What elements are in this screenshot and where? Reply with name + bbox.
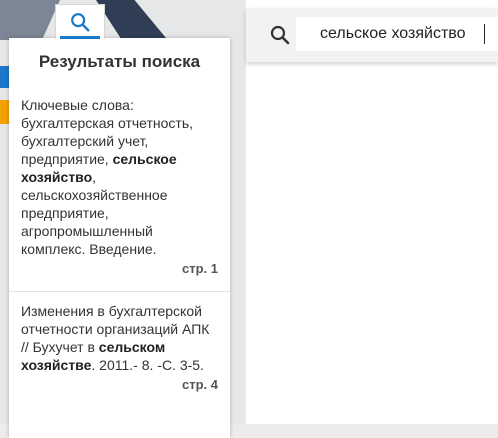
tab-search[interactable]	[55, 4, 105, 39]
result-snippet: Изменения в бухгалтерской отчетности орг…	[21, 303, 210, 373]
accent-bar-blue	[0, 66, 9, 88]
result-snippet: Ключевые слова: бухгалтерская отчетность…	[21, 97, 194, 257]
search-result-item[interactable]: Ключевые слова: бухгалтерская отчетность…	[9, 96, 230, 278]
search-icon	[71, 13, 90, 32]
divider	[9, 291, 230, 292]
result-page-number: стр. 1	[182, 261, 218, 276]
text-cursor	[484, 24, 485, 44]
result-page-number: стр. 4	[182, 377, 218, 392]
search-bar	[246, 8, 498, 62]
search-input[interactable]	[296, 17, 498, 51]
document-area	[246, 0, 498, 424]
accent-bar-orange	[0, 100, 9, 124]
search-result-item[interactable]: Изменения в бухгалтерской отчетности орг…	[9, 302, 230, 394]
panel-title: Результаты поиска	[38, 52, 201, 71]
search-results-panel: Результаты поиска Ключевые слова: бухгал…	[9, 38, 230, 438]
search-icon[interactable]	[268, 23, 292, 47]
